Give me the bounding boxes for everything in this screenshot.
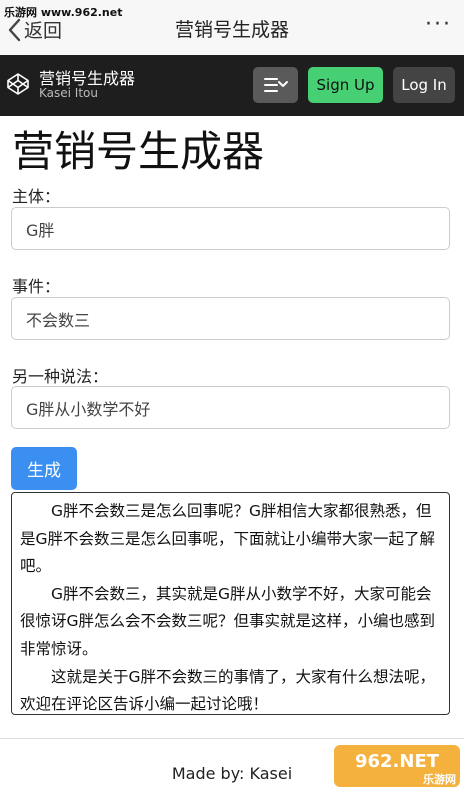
- app-header: 营销号生成器 Kasei Itou Sign Up Log In: [0, 55, 464, 116]
- watermark-sub-text: 乐游网: [423, 773, 456, 786]
- output-paragraph: G胖不会数三是怎么回事呢？G胖相信大家都很熟悉，但是G胖不会数三是怎么回事呢，下…: [20, 502, 436, 576]
- subject-label: 主体：: [12, 187, 61, 206]
- more-button[interactable]: ···: [425, 12, 452, 37]
- menu-icon: [263, 78, 288, 92]
- watermark-text: 乐游网 www.962.net: [4, 6, 123, 19]
- event-input[interactable]: 不会数三: [11, 297, 450, 340]
- page-title: 营销号生成器: [12, 127, 265, 176]
- event-label: 事件：: [12, 277, 61, 296]
- output-paragraph: 这就是关于G胖不会数三的事情了，大家有什么想法呢，欢迎在评论区告诉小编一起讨论哦…: [20, 667, 436, 714]
- alt-input[interactable]: G胖从小数学不好: [11, 386, 450, 429]
- output-textarea[interactable]: G胖不会数三是怎么回事呢？G胖相信大家都很熟悉，但是G胖不会数三是怎么回事呢，下…: [11, 492, 450, 715]
- output-paragraph: G胖不会数三，其实就是G胖从小数学不好，大家可能会很惊讶G胖怎么会不会数三呢？但…: [20, 584, 436, 658]
- watermark-logo-text: 962.NET: [355, 751, 440, 772]
- log-in-button[interactable]: Log In: [393, 67, 455, 103]
- subject-input[interactable]: G胖: [11, 207, 450, 250]
- footer-divider: [0, 738, 464, 739]
- generate-button[interactable]: 生成: [11, 447, 77, 490]
- menu-button[interactable]: [253, 67, 298, 103]
- app-author[interactable]: Kasei Itou: [39, 86, 98, 100]
- codepen-logo-icon: [7, 73, 29, 95]
- sign-up-button[interactable]: Sign Up: [308, 67, 383, 103]
- alt-label: 另一种说法：: [12, 367, 109, 386]
